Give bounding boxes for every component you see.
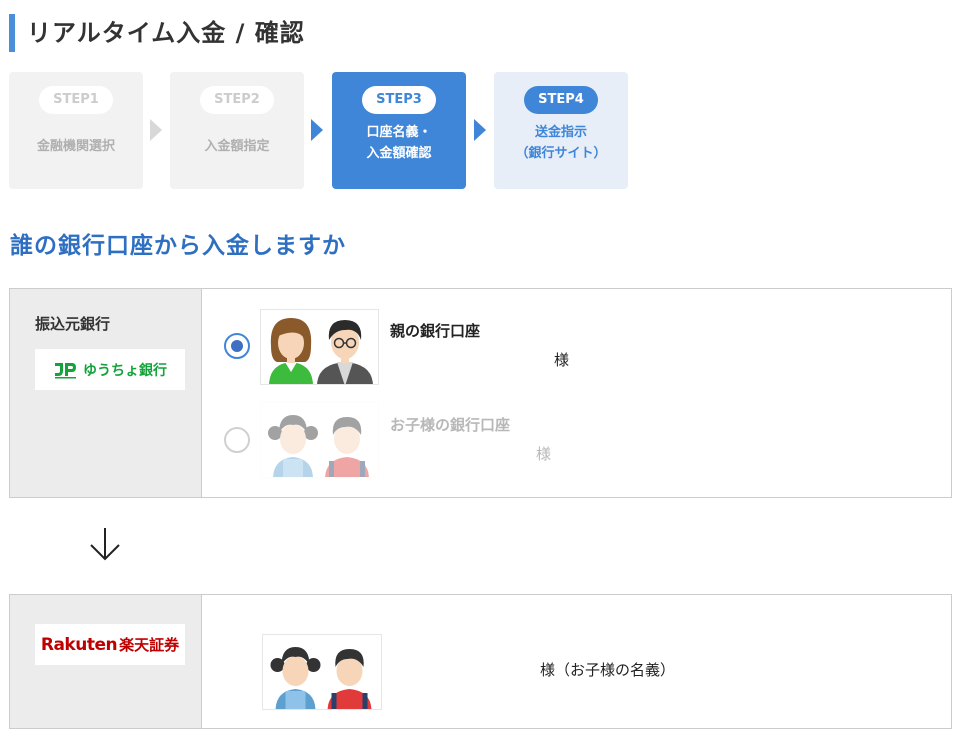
- page-title: リアルタイム入金 / 確認: [9, 14, 305, 52]
- step-4-pill: STEP4: [524, 86, 598, 114]
- rakuten-logo-text: Rakuten: [40, 635, 118, 655]
- step-4-label-line1: 送金指示: [534, 125, 587, 140]
- step-4: STEP4 送金指示 （銀行サイト）: [494, 72, 628, 189]
- section-question: 誰の銀行口座から入金しますか: [10, 233, 346, 259]
- step-2-label: 入金額指定: [204, 139, 270, 154]
- child-account-label: お子様の銀行口座: [390, 416, 511, 434]
- yucho-logo-inner: ゆうちょ銀行: [53, 360, 167, 380]
- source-bank-title: 振込元銀行: [35, 315, 111, 333]
- destination-panel: Rakuten 楽天証券 様（お子様の名義）: [9, 594, 952, 729]
- children-icon: [270, 647, 372, 709]
- rakuten-logo: Rakuten 楽天証券: [35, 624, 185, 665]
- radio-child-account[interactable]: [224, 427, 250, 453]
- parent-account-label: 親の銀行口座: [390, 322, 481, 340]
- destination-side: Rakuten 楽天証券: [10, 595, 202, 728]
- child-avatar-faded: [260, 402, 379, 478]
- step-arrow-3: [474, 119, 486, 141]
- step-4-label: 送金指示 （銀行サイト）: [494, 122, 628, 164]
- parent-avatar: [260, 309, 379, 385]
- step-4-label-line2: （銀行サイト）: [515, 146, 607, 161]
- step-arrow-1: [150, 119, 162, 141]
- rakuten-logo-inner: Rakuten 楽天証券: [41, 634, 179, 655]
- jp-bank-icon: [55, 362, 76, 378]
- step-2: STEP2 入金額指定: [170, 72, 304, 189]
- step-1-pill: STEP1: [39, 86, 113, 114]
- source-bank-panel: 振込元銀行 ゆうちょ銀行 親の銀行口座 様 お子様の銀行口座 様: [9, 288, 952, 498]
- step-3-pill: STEP3: [362, 86, 436, 114]
- parent-account-suffix: 様: [554, 351, 570, 369]
- rakuten-securities-text: 楽天証券: [119, 636, 180, 654]
- step-3-label-line1: 口座名義・: [366, 125, 432, 140]
- down-arrow-icon: [90, 528, 120, 561]
- step-1: STEP1 金融機関選択: [9, 72, 143, 189]
- step-arrow-2: [311, 119, 323, 141]
- source-bank-side: 振込元銀行 ゆうちょ銀行: [10, 289, 202, 497]
- destination-account-suffix: 様（お子様の名義）: [540, 661, 676, 679]
- step-2-pill: STEP2: [200, 86, 274, 114]
- child-avatar: [262, 634, 382, 710]
- child-account-suffix: 様: [536, 445, 552, 463]
- yucho-logo-text: ゆうちょ銀行: [83, 362, 167, 379]
- radio-parent-account[interactable]: [224, 333, 250, 359]
- step-3: STEP3 口座名義・ 入金額確認: [332, 72, 466, 189]
- parent-family-icon: [269, 318, 373, 384]
- yucho-logo: ゆうちょ銀行: [35, 349, 185, 390]
- step-1-label: 金融機関選択: [36, 139, 115, 154]
- step-3-label: 口座名義・ 入金額確認: [332, 122, 466, 164]
- children-icon: [268, 415, 369, 477]
- step-3-label-line2: 入金額確認: [366, 146, 432, 161]
